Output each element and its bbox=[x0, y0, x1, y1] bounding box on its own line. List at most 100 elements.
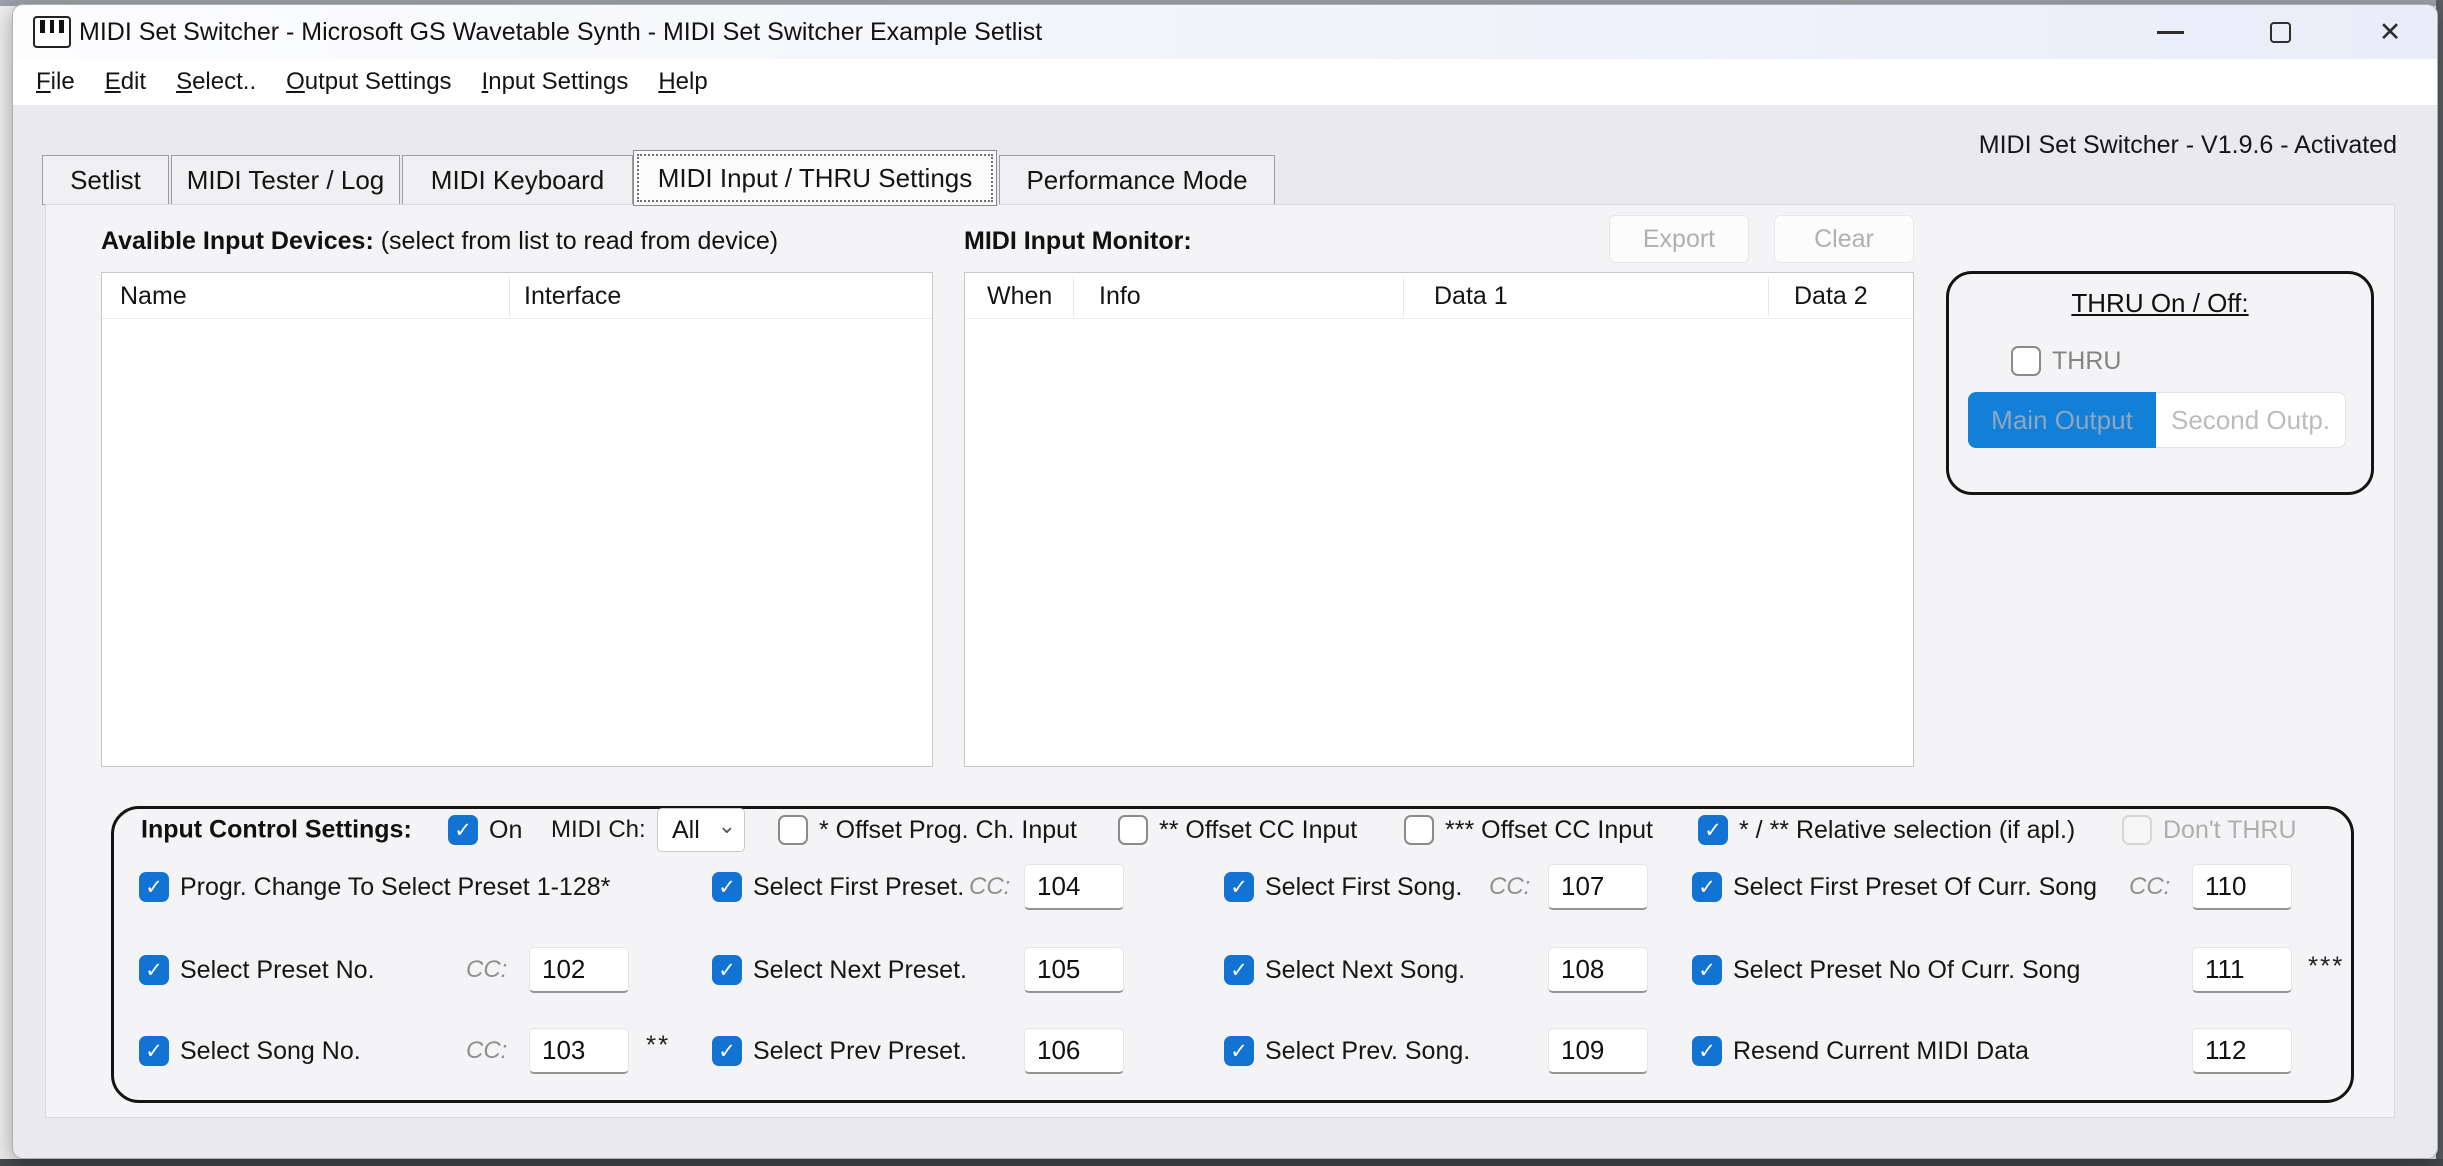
maximize-icon bbox=[2270, 22, 2291, 43]
thru-panel-title: THRU On / Off: bbox=[1949, 288, 2371, 319]
checkbox-box: ✓ bbox=[1692, 1036, 1722, 1066]
caption-controls: ✕ bbox=[2147, 5, 2437, 59]
checkbox-box: ✓ bbox=[448, 815, 478, 845]
check-icon: ✓ bbox=[145, 877, 163, 898]
menu-output-settings[interactable]: Output Settings bbox=[271, 68, 466, 96]
tab-midi-input-thru-settings[interactable]: MIDI Input / THRU Settings bbox=[633, 150, 997, 206]
cc-input-resend-current-midi-data[interactable] bbox=[2192, 1028, 2292, 1074]
close-button[interactable]: ✕ bbox=[2367, 5, 2413, 59]
monitor-column-data2[interactable]: Data 2 bbox=[1794, 273, 1868, 319]
cc-input-select-next-song[interactable] bbox=[1548, 947, 1648, 993]
offset-cc-input-3-checkbox[interactable]: ✓ *** Offset CC Input bbox=[1404, 815, 1653, 845]
group-title: Input Control Settings: bbox=[141, 816, 412, 845]
select-preset-no-curr-song-checkbox[interactable]: ✓ Select Preset No Of Curr. Song bbox=[1692, 955, 2080, 985]
monitor-column-data1[interactable]: Data 1 bbox=[1434, 273, 1508, 319]
resend-current-midi-data-checkbox[interactable]: ✓ Resend Current MIDI Data bbox=[1692, 1036, 2029, 1066]
checkbox-box: ✓ bbox=[1224, 872, 1254, 902]
select-song-no-checkbox[interactable]: ✓ Select Song No. bbox=[139, 1036, 361, 1066]
select-preset-no-checkbox[interactable]: ✓ Select Preset No. bbox=[139, 955, 375, 985]
thru-output-switch: Main Output Second Outp. bbox=[1968, 392, 2346, 448]
midi-input-monitor-list[interactable]: When Info Data 1 Data 2 bbox=[964, 272, 1914, 767]
menu-edit[interactable]: Edit bbox=[90, 68, 161, 96]
thru-checkbox[interactable]: ✓ THRU bbox=[2011, 346, 2121, 376]
select-first-preset-checkbox[interactable]: ✓ Select First Preset. bbox=[712, 872, 964, 902]
tab-midi-tester-log[interactable]: MIDI Tester / Log bbox=[171, 155, 400, 205]
relative-selection-checkbox[interactable]: ✓ * / ** Relative selection (if apl.) bbox=[1698, 815, 2075, 845]
close-icon: ✕ bbox=[2379, 17, 2402, 48]
cc-input-select-prev-preset[interactable] bbox=[1024, 1028, 1124, 1074]
cc-input-select-first-song[interactable] bbox=[1548, 864, 1648, 910]
title-bar: MIDI Set Switcher - Microsoft GS Wavetab… bbox=[13, 5, 2437, 59]
cc-input-select-first-preset[interactable] bbox=[1024, 864, 1124, 910]
input-control-settings-group: Input Control Settings: ✓ On MIDI Ch: Al… bbox=[111, 806, 2354, 1103]
tab-page-midi-input-thru: Avalible Input Devices: (select from lis… bbox=[45, 204, 2395, 1118]
menu-file[interactable]: File bbox=[21, 68, 90, 96]
triple-asterisk-note: *** bbox=[2308, 951, 2344, 982]
export-button[interactable]: Export bbox=[1609, 215, 1749, 263]
midi-channel-select[interactable]: All ⌄ bbox=[657, 808, 745, 852]
column-separator bbox=[1073, 277, 1074, 317]
checkbox-box: ✓ bbox=[2011, 346, 2041, 376]
on-checkbox[interactable]: ✓ On bbox=[448, 815, 522, 845]
select-first-preset-curr-song-checkbox[interactable]: ✓ Select First Preset Of Curr. Song bbox=[1692, 872, 2097, 902]
monitor-column-info[interactable]: Info bbox=[1099, 273, 1141, 319]
column-separator bbox=[509, 277, 510, 317]
control-row-1: ✓ Progr. Change To Select Preset 1-128* … bbox=[114, 864, 2351, 910]
checkbox-box: ✓ bbox=[1404, 815, 1434, 845]
checkbox-box: ✓ bbox=[139, 955, 169, 985]
cc-label: CC: bbox=[969, 873, 1010, 901]
cc-input-select-next-preset[interactable] bbox=[1024, 947, 1124, 993]
offset-cc-input-checkbox[interactable]: ✓ ** Offset CC Input bbox=[1118, 815, 1357, 845]
app-window: MIDI Set Switcher - Microsoft GS Wavetab… bbox=[13, 5, 2437, 1158]
check-icon: ✓ bbox=[1230, 1041, 1248, 1062]
cc-input-select-prev-song[interactable] bbox=[1548, 1028, 1648, 1074]
tab-midi-keyboard[interactable]: MIDI Keyboard bbox=[402, 155, 633, 205]
devices-column-name[interactable]: Name bbox=[120, 273, 187, 319]
menu-help[interactable]: Help bbox=[643, 68, 722, 96]
select-prev-preset-checkbox[interactable]: ✓ Select Prev Preset. bbox=[712, 1036, 967, 1066]
select-next-song-checkbox[interactable]: ✓ Select Next Song. bbox=[1224, 955, 1465, 985]
version-label: MIDI Set Switcher - V1.9.6 - Activated bbox=[1979, 131, 2397, 160]
checkbox-box: ✓ bbox=[778, 815, 808, 845]
devices-column-interface[interactable]: Interface bbox=[524, 273, 621, 319]
select-next-preset-checkbox[interactable]: ✓ Select Next Preset. bbox=[712, 955, 967, 985]
check-icon: ✓ bbox=[145, 1041, 163, 1062]
check-icon: ✓ bbox=[1704, 820, 1722, 841]
check-icon: ✓ bbox=[1698, 960, 1716, 981]
devices-list-header: Name Interface bbox=[102, 273, 932, 319]
second-output-button[interactable]: Second Outp. bbox=[2156, 392, 2346, 448]
checkbox-box: ✓ bbox=[1224, 1036, 1254, 1066]
control-row-3: ✓ Select Song No. CC: ** ✓ Select Prev P… bbox=[114, 1028, 2351, 1074]
check-icon: ✓ bbox=[454, 820, 472, 841]
check-icon: ✓ bbox=[1230, 877, 1248, 898]
dont-thru-checkbox[interactable]: ✓ Don't THRU bbox=[2122, 815, 2297, 845]
maximize-button[interactable] bbox=[2257, 5, 2303, 59]
desktop-edge-bottom bbox=[0, 1159, 2443, 1166]
clear-button[interactable]: Clear bbox=[1774, 215, 1914, 263]
monitor-column-when[interactable]: When bbox=[987, 273, 1052, 319]
cc-label: CC: bbox=[466, 956, 507, 984]
window-title: MIDI Set Switcher - Microsoft GS Wavetab… bbox=[79, 18, 1042, 47]
menu-select[interactable]: Select.. bbox=[161, 68, 271, 96]
control-settings-header-row: Input Control Settings: ✓ On MIDI Ch: Al… bbox=[114, 811, 2351, 849]
select-prev-song-checkbox[interactable]: ✓ Select Prev. Song. bbox=[1224, 1036, 1470, 1066]
cc-input-select-song-no[interactable] bbox=[529, 1028, 629, 1074]
select-first-song-checkbox[interactable]: ✓ Select First Song. bbox=[1224, 872, 1462, 902]
monitor-list-header: When Info Data 1 Data 2 bbox=[965, 273, 1913, 319]
cc-input-select-preset-no[interactable] bbox=[529, 947, 629, 993]
cc-input-select-first-preset-curr-song[interactable] bbox=[2192, 864, 2292, 910]
offset-prog-ch-checkbox[interactable]: ✓ * Offset Prog. Ch. Input bbox=[778, 815, 1077, 845]
menu-input-settings[interactable]: Input Settings bbox=[467, 68, 644, 96]
thru-on-off-panel: THRU On / Off: ✓ THRU Main Output Second… bbox=[1946, 271, 2374, 495]
column-separator bbox=[1403, 277, 1404, 317]
main-output-button[interactable]: Main Output bbox=[1968, 392, 2156, 448]
minimize-button[interactable] bbox=[2147, 5, 2193, 59]
check-icon: ✓ bbox=[718, 877, 736, 898]
monitor-section-title: MIDI Input Monitor: bbox=[964, 227, 1192, 256]
tab-setlist[interactable]: Setlist bbox=[42, 155, 169, 205]
midi-channel-value: All bbox=[672, 816, 700, 845]
tab-performance-mode[interactable]: Performance Mode bbox=[999, 155, 1275, 205]
progr-change-select-preset-checkbox[interactable]: ✓ Progr. Change To Select Preset 1-128* bbox=[139, 872, 610, 902]
cc-input-select-preset-no-curr-song[interactable] bbox=[2192, 947, 2292, 993]
input-devices-list[interactable]: Name Interface bbox=[101, 272, 933, 767]
